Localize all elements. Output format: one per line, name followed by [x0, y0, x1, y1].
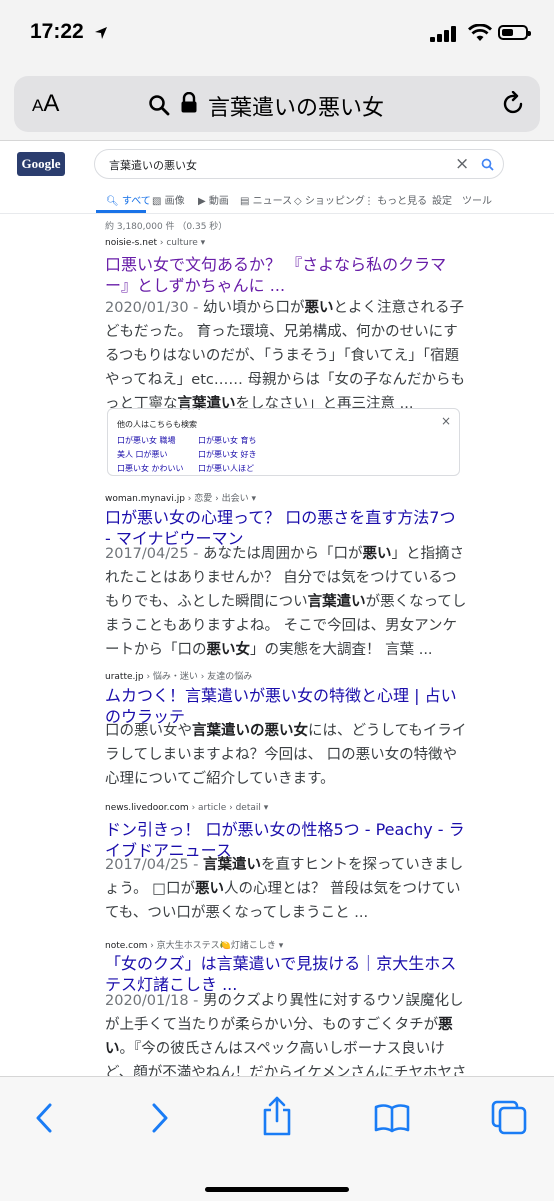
snippet-highlight: 言葉遣い	[307, 594, 366, 610]
tab-news[interactable]: ▤ ニュース	[240, 192, 292, 207]
clear-icon[interactable]: ×	[455, 154, 469, 174]
result-snippet: 2020/01/30 - 幼い頃から口が悪いとよく注意される子どもだった。 育っ…	[105, 296, 470, 416]
also-search-link[interactable]: 口が悪い女 育ち	[198, 435, 257, 446]
result-cite[interactable]: note.com › 京大生ホステス🍋灯諸こしき ▾	[105, 938, 283, 951]
result-snippet: 2017/04/25 - あなたは周囲から「口が悪い」と指摘されたことはありませ…	[105, 542, 470, 662]
tab-shopping[interactable]: ◇ ショッピング	[294, 192, 365, 207]
tab-images[interactable]: ▧ 画像	[152, 192, 185, 207]
snippet-highlight: 悪い女	[206, 642, 251, 658]
result-title[interactable]: 口悪い女で文句あるか？ 『さよなら私のクラマー』としずかちゃんに ...	[105, 254, 465, 296]
result-snippet: 2017/04/25 - 言葉遣いを直すヒントを探っていきましょう。 □口が悪い…	[105, 853, 470, 925]
signal-icon	[430, 26, 456, 42]
result-date: 2020/01/18 -	[105, 993, 204, 1009]
result-date: 2020/01/30 -	[105, 300, 204, 316]
status-time: 17:22	[30, 20, 84, 43]
google-header: Google 言葉遣いの悪い女 × 🔍︎ すべて ▧ 画像 ▶ 動画 ▤ ニュー…	[0, 140, 554, 214]
snippet-highlight: 言葉遣いの悪い女	[192, 723, 308, 739]
location-arrow-icon	[95, 27, 107, 39]
wifi-icon	[468, 24, 492, 41]
bottom-toolbar	[0, 1076, 554, 1201]
bookmarks-icon[interactable]	[374, 1103, 410, 1133]
search-icon	[149, 95, 170, 116]
also-search-link[interactable]: 口が悪い人ほど	[198, 463, 254, 474]
search-query[interactable]: 言葉遣いの悪い女	[109, 157, 197, 173]
snippet-highlight: 悪い	[194, 881, 224, 897]
tabs-icon[interactable]	[490, 1099, 528, 1135]
also-search-link[interactable]: 美人 口が悪い	[117, 449, 168, 460]
address-bar[interactable]: AA 言葉遣いの悪い女	[14, 76, 540, 132]
back-icon[interactable]	[32, 1101, 56, 1135]
tab-more[interactable]: ⋮ もっと見る	[364, 192, 427, 207]
snippet-highlight: 言葉遣い	[203, 857, 262, 873]
result-date: 2017/04/25 -	[105, 546, 204, 562]
result-cite[interactable]: news.livedoor.com › article › detail ▾	[105, 803, 268, 813]
lock-icon	[181, 92, 197, 113]
people-also-search-box: 他の人はこちらも検索 × 口が悪い女 職場 口が悪い女 育ち 美人 口が悪い 口…	[107, 408, 460, 476]
result-date: 2017/04/25 -	[105, 857, 204, 873]
close-icon[interactable]: ×	[441, 414, 451, 428]
result-cite[interactable]: uratte.jp › 悩み・迷い › 友達の悩み	[105, 669, 252, 682]
browser-toolbar: AA 言葉遣いの悪い女	[0, 68, 554, 141]
also-search-link[interactable]: 口が悪い女 好き	[198, 449, 257, 460]
divider	[0, 213, 554, 214]
snippet-text: 口の悪い女や	[105, 723, 192, 739]
tab-tools[interactable]: ツール	[462, 192, 492, 207]
also-search-title: 他の人はこちらも検索	[117, 420, 197, 429]
also-search-link[interactable]: 口が悪い女 職場	[117, 435, 176, 446]
home-indicator	[205, 1187, 349, 1192]
snippet-text: 幼い頃から口が	[203, 300, 305, 316]
search-icon[interactable]	[481, 158, 494, 171]
result-snippet: 口の悪い女や言葉遣いの悪い女には、どうしてもイライラしてしまいますよね？今回は、…	[105, 719, 470, 791]
result-count: 約 3,180,000 件 （0.35 秒）	[105, 222, 228, 232]
result-cite[interactable]: woman.mynavi.jp › 恋愛 › 出会い ▾	[105, 491, 256, 504]
url-text: 言葉遣いの悪い女	[208, 96, 385, 121]
reload-icon[interactable]	[502, 91, 526, 117]
result-cite[interactable]: noisie-s.net › culture ▾	[105, 238, 205, 248]
tab-videos[interactable]: ▶ 動画	[198, 192, 229, 207]
search-icon: 🔍︎	[106, 196, 119, 207]
reader-settings-button[interactable]: AA	[32, 90, 59, 118]
status-bar: 17:22	[0, 0, 554, 68]
google-logo[interactable]: Google	[17, 152, 65, 176]
tab-all[interactable]: 🔍︎ すべて	[106, 192, 151, 207]
snippet-text: あなたは周囲から「口が	[203, 546, 363, 562]
battery-icon	[498, 25, 531, 40]
google-search-box[interactable]: 言葉遣いの悪い女 ×	[94, 149, 504, 179]
forward-icon[interactable]	[148, 1101, 172, 1135]
snippet-highlight: 悪い	[362, 546, 392, 562]
tab-settings[interactable]: 設定	[432, 192, 452, 207]
snippet-highlight: 悪い	[304, 300, 334, 316]
snippet-text: 」の実態を大調査！ 言葉 ...	[250, 642, 433, 658]
also-search-link[interactable]: 口悪い女 かわいい	[117, 463, 184, 474]
share-icon[interactable]	[260, 1095, 294, 1137]
